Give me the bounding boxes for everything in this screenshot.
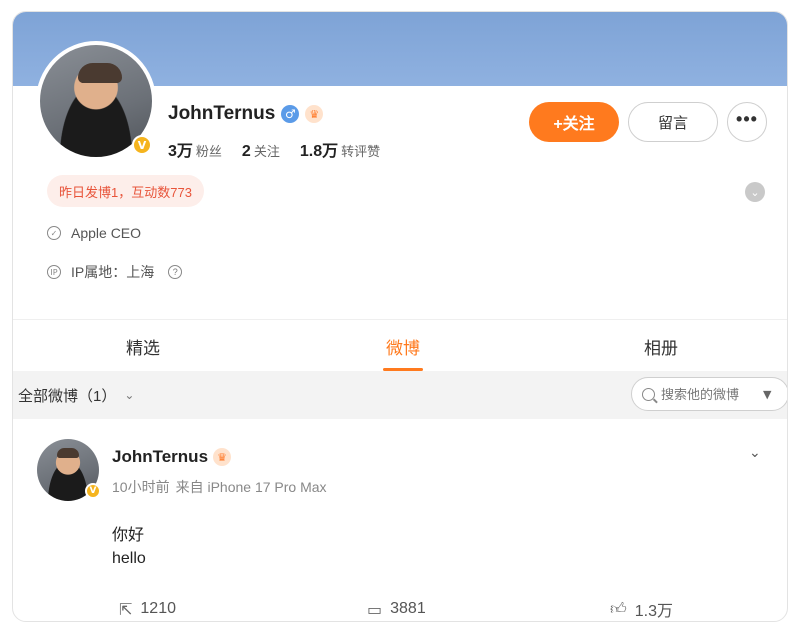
chevron-down-icon: ⌄	[124, 388, 135, 402]
stat-label: 关注	[253, 144, 280, 159]
verified-badge-icon: V	[85, 483, 101, 499]
repost-count: 1210	[140, 600, 176, 617]
profile-name-row: JohnTernus ♂ ♛	[168, 103, 324, 125]
thumbs-up-icon: 👍︎	[610, 599, 627, 618]
like-count: 1.3万	[634, 603, 673, 620]
post-meta: 10小时前 来自 iPhone 17 Pro Max	[112, 477, 327, 497]
help-icon[interactable]: ?	[168, 265, 183, 279]
more-icon: •••	[736, 108, 758, 129]
stat-label: 粉丝	[195, 144, 222, 159]
post-menu-chevron-icon[interactable]: ⌄	[749, 445, 761, 461]
search-input[interactable]	[661, 386, 751, 402]
stat-number: 3万	[168, 143, 193, 160]
post-text-line: hello	[112, 550, 146, 567]
message-button[interactable]: 留言	[628, 102, 718, 142]
shield-icon: ✓	[47, 226, 61, 240]
comment-count: 3881	[390, 600, 426, 617]
all-posts-label: 全部微博（1）	[18, 387, 117, 405]
stat-number: 2	[241, 143, 251, 160]
stat-following[interactable]: 2 关注	[242, 141, 280, 161]
profile-name: JohnTernus	[168, 103, 276, 124]
bio-text: Apple CEO	[71, 225, 142, 241]
stat-followers[interactable]: 3万 粉丝	[168, 137, 222, 161]
post-source: 来自 iPhone 17 Pro Max	[175, 479, 327, 495]
post-author-name[interactable]: JohnTernus	[112, 447, 208, 467]
ip-icon: IP	[47, 265, 61, 279]
profile-avatar[interactable]: V	[36, 41, 156, 161]
comment-button[interactable]: ▭ 3881	[367, 595, 426, 621]
profile-tabs: 精选 微博 相册	[13, 319, 787, 372]
tab-album[interactable]: 相册	[621, 320, 701, 372]
profile-stats: 3万 粉丝 2 关注 1.8万 转评赞	[168, 137, 380, 161]
male-icon: ♂	[281, 105, 300, 123]
like-button[interactable]: 👍︎ 1.3万	[610, 595, 673, 621]
post-search[interactable]: ▼	[631, 377, 787, 411]
post-actions: ⇱ 1210 ▭ 3881 👍︎ 1.3万	[13, 595, 787, 621]
post-author-row: JohnTernus ♛	[112, 447, 232, 467]
post-avatar[interactable]: V	[37, 439, 101, 501]
crown-badge-icon[interactable]: ♛	[305, 105, 324, 123]
filter-bar: 全部微博（1） ⌄ ▼	[13, 371, 787, 419]
profile-card: V JohnTernus ♂ ♛ 3万 粉丝 2 关注 1.8万 转评赞 +关注 留言…	[12, 11, 788, 622]
crown-badge-icon[interactable]: ♛	[213, 448, 232, 466]
all-posts-dropdown[interactable]: 全部微博（1） ⌄	[18, 371, 134, 419]
search-icon	[642, 387, 655, 401]
more-options-button[interactable]: •••	[727, 102, 767, 142]
ip-location-row: IP IP属地：上海 ?	[47, 262, 183, 282]
activity-badge[interactable]: 昨日发博1，互动数773	[47, 175, 204, 207]
follow-button[interactable]: +关注	[529, 102, 619, 142]
dropdown-caret-icon[interactable]: ▼	[763, 388, 771, 401]
expand-chevron-icon[interactable]: ⌄	[745, 182, 765, 202]
stat-interactions[interactable]: 1.8万 转评赞	[300, 137, 380, 161]
ip-location-text: IP属地：上海	[71, 264, 155, 280]
repost-icon: ⇱	[119, 599, 133, 619]
bio-row: ✓ Apple CEO	[47, 225, 141, 241]
repost-button[interactable]: ⇱ 1210	[119, 595, 176, 621]
stat-label: 转评赞	[341, 144, 381, 159]
comment-icon: ▭	[367, 599, 383, 619]
post-text-line: 你好	[112, 527, 145, 544]
tab-featured[interactable]: 精选	[103, 320, 183, 372]
tab-weibo[interactable]: 微博	[363, 320, 443, 372]
verified-badge-icon: V	[132, 135, 152, 155]
post-card: V JohnTernus ♛ 10小时前 来自 iPhone 17 Pro Ma…	[13, 419, 787, 621]
post-time[interactable]: 10小时前	[112, 477, 170, 497]
stat-number: 1.8万	[299, 143, 339, 160]
